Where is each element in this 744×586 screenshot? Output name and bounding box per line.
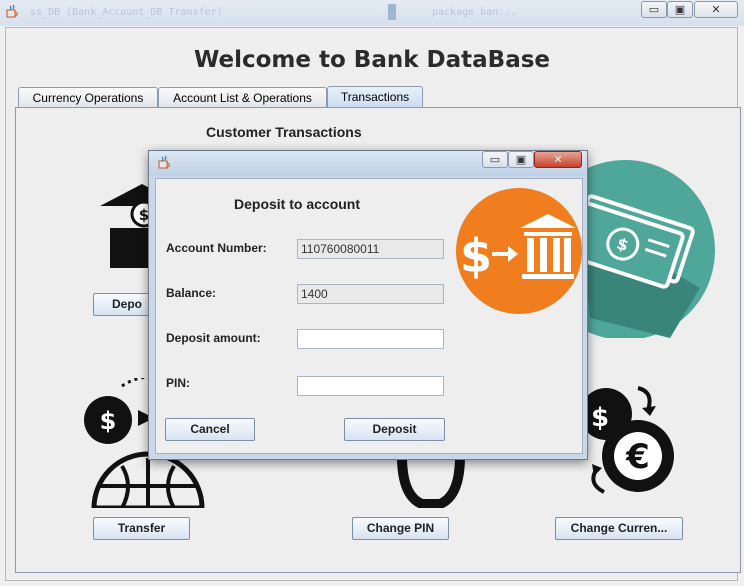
- close-button[interactable]: ✕: [694, 1, 738, 18]
- maximize-icon: ▣: [674, 3, 686, 16]
- dialog-minimize-button[interactable]: ▭: [482, 151, 508, 168]
- panel-title: Customer Transactions: [206, 124, 362, 140]
- maximize-icon: ▣: [515, 153, 527, 166]
- dialog-heading: Deposit to account: [234, 196, 361, 212]
- tab-account-list[interactable]: Account List & Operations: [158, 87, 327, 107]
- account-number-field: 110760080011: [297, 239, 444, 259]
- dialog-close-button[interactable]: ✕: [534, 151, 582, 168]
- change-pin-button[interactable]: Change PIN: [352, 517, 449, 540]
- close-icon: ✕: [553, 153, 563, 166]
- transfer-button[interactable]: Transfer: [93, 517, 190, 540]
- balance-label: Balance:: [166, 286, 217, 300]
- balance-field: 1400: [297, 284, 444, 304]
- currency-exchange-icon: $ €: [580, 384, 680, 496]
- account-number-label: Account Number:: [166, 241, 267, 255]
- background-editor-text-2: package ban...: [432, 7, 517, 18]
- key-icon: [396, 455, 466, 509]
- java-cup-icon: [156, 155, 172, 171]
- cancel-button[interactable]: Cancel: [165, 418, 255, 441]
- svg-text:$: $: [100, 407, 117, 435]
- pin-input[interactable]: [297, 376, 444, 396]
- deposit-confirm-button[interactable]: Deposit: [344, 418, 445, 441]
- java-cup-icon: [4, 4, 20, 20]
- deposit-amount-label: Deposit amount:: [166, 331, 261, 345]
- pin-label: PIN:: [166, 376, 190, 390]
- deposit-amount-input[interactable]: [297, 329, 444, 349]
- tab-currency-operations[interactable]: Currency Operations: [18, 87, 158, 107]
- svg-text:$: $: [460, 229, 492, 283]
- caret-marker: [388, 4, 396, 20]
- bank-deposit-icon: $: [456, 186, 582, 316]
- minimize-button[interactable]: ▭: [641, 1, 667, 18]
- tab-transactions[interactable]: Transactions: [327, 86, 423, 108]
- background-editor-text: ss_DB (Bank_Account_DB Transfer): [30, 7, 223, 18]
- close-icon: ✕: [711, 3, 721, 16]
- svg-text:$: $: [591, 403, 609, 433]
- dialog-maximize-button[interactable]: ▣: [508, 151, 534, 168]
- page-title: Welcome to Bank DataBase: [193, 47, 551, 73]
- maximize-button[interactable]: ▣: [667, 1, 693, 18]
- minimize-icon: ▭: [489, 153, 501, 166]
- change-currency-button[interactable]: Change Curren...: [555, 517, 683, 540]
- svg-text:€: €: [625, 437, 650, 477]
- minimize-icon: ▭: [648, 3, 660, 16]
